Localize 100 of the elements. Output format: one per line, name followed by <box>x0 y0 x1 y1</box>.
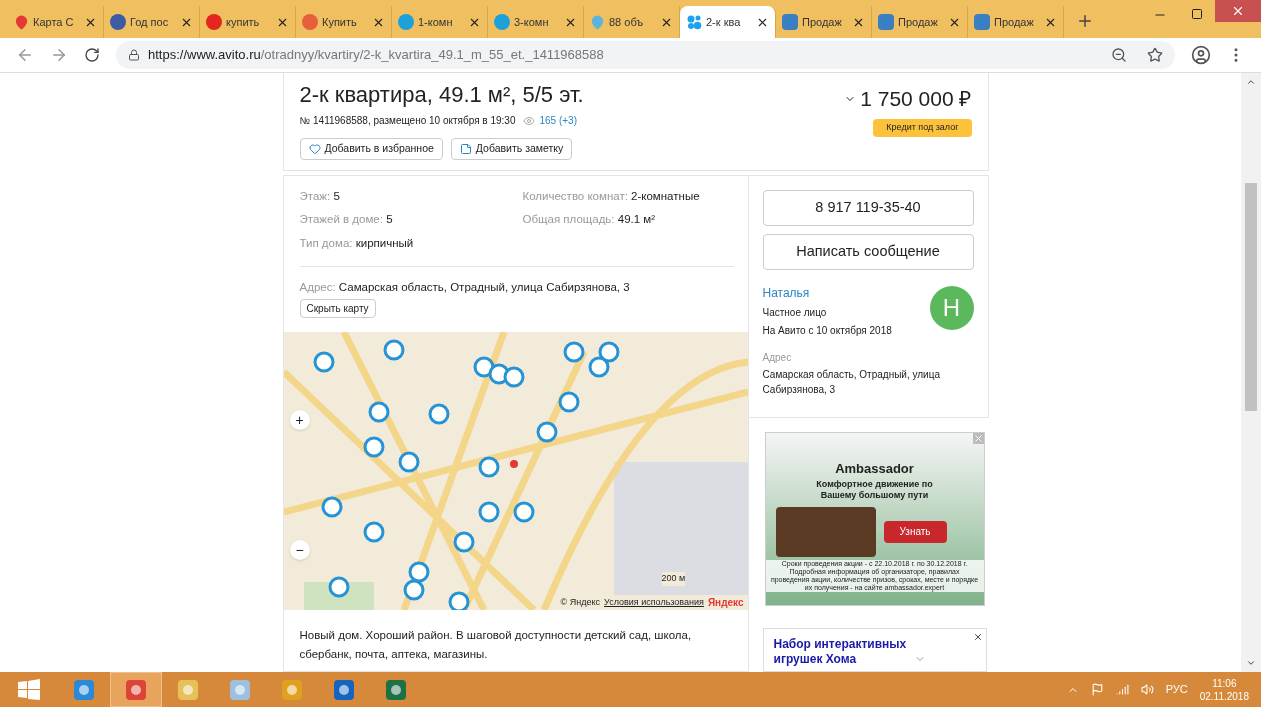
bookmark-star-icon[interactable] <box>1147 47 1163 63</box>
site-logo-icon <box>302 14 318 30</box>
map-scale: 200 м <box>661 572 686 586</box>
app-icon <box>72 677 96 702</box>
tab-title: 1-комн <box>418 14 454 30</box>
param-row-text: Этаж: 5 <box>299 189 341 204</box>
scrollbar[interactable] <box>1241 73 1261 672</box>
phone-button[interactable]: 8 917 119-35-40 <box>762 190 974 226</box>
m-logo-icon <box>878 14 894 30</box>
app-icon <box>176 677 200 702</box>
seller-address-label: Адрес <box>762 351 793 365</box>
tab-title: Продаж <box>898 14 939 30</box>
map-copyright: © Яндекс <box>560 595 600 609</box>
app-icon <box>280 677 304 702</box>
clock-date: 02.11.2018 <box>1199 689 1249 703</box>
address-text: Адрес: Самарская область, Отрадный, улица Сабирзянова, 3 <box>299 279 630 295</box>
tab-title: купить <box>226 14 261 30</box>
price: 1 750 000 ₽ <box>860 86 972 112</box>
tab-title: 3-комн <box>514 14 550 30</box>
flag-icon[interactable] <box>1090 683 1104 696</box>
m-logo-icon <box>782 14 798 30</box>
browser-tab[interactable]: Продаж <box>776 6 872 38</box>
browser-tab[interactable]: Продаж <box>872 6 968 38</box>
close-icon <box>1231 4 1245 18</box>
back-icon[interactable] <box>16 46 34 64</box>
tab-title: Купить <box>322 14 358 30</box>
browser-tab[interactable]: Год пос <box>104 6 200 38</box>
address-bar[interactable]: https://www.avito.ru/otradnyy/kvartiry/2-k_kvartira_49.1_m_55_et._1411968588 <box>116 41 1175 69</box>
app-icon <box>124 677 148 702</box>
tab-title: Продаж <box>994 14 1035 30</box>
lock-icon <box>128 49 140 61</box>
message-button[interactable]: Написать сообщение <box>762 234 974 270</box>
param-row-text: Тип дома: кирпичный <box>299 235 415 251</box>
app-icon <box>228 677 252 702</box>
heart-icon <box>308 143 321 155</box>
new-tab-icon[interactable] <box>1076 12 1094 30</box>
ad-banner[interactable] <box>764 432 985 606</box>
profile-icon[interactable] <box>1191 45 1211 65</box>
browser-tab[interactable]: Продаж <box>968 6 1064 38</box>
map-logo: Яндекс <box>707 596 744 610</box>
seller-name-link[interactable]: Наталья <box>762 284 930 302</box>
credit-button[interactable]: Кредит под залог <box>873 118 972 137</box>
seller-type: Частное лицо <box>762 306 828 320</box>
reload-icon[interactable] <box>84 47 100 63</box>
hide-map-button[interactable]: Скрыть карту <box>299 299 376 318</box>
scroll-down-icon[interactable] <box>1246 658 1256 668</box>
volume-icon[interactable] <box>1140 683 1154 696</box>
site-logo-icon <box>110 14 126 30</box>
zoom-icon[interactable] <box>1111 47 1127 63</box>
ad-card[interactable]: Набор интерактивных игрушек Хома <box>762 628 987 672</box>
tab-title: Карта С <box>33 14 75 30</box>
url-text: https://www.avito.ru/otradnyy/kvartiry/2-k_kvartira_49.1_m_55_et._1411968588 <box>148 46 604 65</box>
windows-logo-icon[interactable] <box>18 678 40 701</box>
zoom-in-button[interactable]: + <box>289 410 310 430</box>
clock-time: 11:06 <box>1212 676 1237 690</box>
browser-tab[interactable]: Карта С <box>8 6 104 38</box>
app-icon <box>332 677 356 702</box>
seller-address: Самарская область, Отрадный, улица Сабирзянова, 3 <box>762 368 941 397</box>
signal-icon[interactable] <box>1115 683 1129 696</box>
tab-title: Продаж <box>802 14 843 30</box>
ad-cta-button[interactable]: Узнать <box>883 520 947 543</box>
map-view[interactable]: + − 200 м © Яндекс Условия использования Яндекс <box>283 332 748 610</box>
ad-brand: Ambassador <box>835 460 914 478</box>
listing-meta: № 1411968588, размещено 10 октября в 19:30 <box>299 114 516 128</box>
map-pin-icon <box>590 14 605 30</box>
seller-avatar: Н <box>929 286 974 330</box>
close-icon[interactable] <box>972 632 983 642</box>
note-icon <box>459 143 472 155</box>
param-row-text: Этажей в доме: 5 <box>299 212 394 228</box>
browser-tab[interactable]: 3-комн <box>488 6 584 38</box>
tab-title: 88 объ <box>609 14 645 30</box>
add-note-button[interactable]: Добавить заметку <box>450 138 573 160</box>
scroll-thumb[interactable] <box>1245 183 1257 411</box>
browser-tab[interactable]: Купить <box>296 6 392 38</box>
zoom-out-button[interactable]: − <box>289 540 310 560</box>
seller-since: На Авито с 10 октября 2018 <box>762 324 893 338</box>
scroll-up-icon[interactable] <box>1246 77 1256 87</box>
param-row-text: Общая площадь: 49.1 м² <box>522 212 657 228</box>
listing-title: 2-к квартира, 49.1 м², 5/5 эт. <box>299 81 585 109</box>
ad-close-icon[interactable] <box>972 433 984 444</box>
site-logo-icon <box>494 14 510 30</box>
forward-icon[interactable] <box>50 46 68 64</box>
dots-logo-icon <box>686 14 702 30</box>
map-pin-icon <box>14 14 29 30</box>
close-window-button[interactable] <box>1215 0 1261 22</box>
add-favorite-button[interactable]: Добавить в избранное <box>299 138 443 160</box>
app-icon <box>384 677 408 702</box>
browser-tab[interactable]: купить <box>200 6 296 38</box>
description-text: Новый дом. Хороший район. В шаговой доступности детский сад, школа, сбербанк, почта, аптека, магазины. <box>298 628 693 662</box>
terms-link[interactable]: Условия использования <box>604 595 704 610</box>
tab-title: Год пос <box>130 14 170 30</box>
browser-tab[interactable]: 2-к ква <box>680 6 776 38</box>
restore-icon[interactable] <box>1191 8 1203 20</box>
site-logo-icon <box>398 14 414 30</box>
ad-headline: Комфортное движение по Вашему большому пути <box>815 478 934 501</box>
m-logo-icon <box>974 14 990 30</box>
param-row-text: Количество комнат: 2-комнатные <box>522 189 701 204</box>
ad-title-link[interactable]: Набор интерактивных игрушек Хома <box>773 637 934 667</box>
taskbar-app[interactable] <box>110 672 162 707</box>
browser-tab[interactable]: 1-комн <box>392 6 488 38</box>
